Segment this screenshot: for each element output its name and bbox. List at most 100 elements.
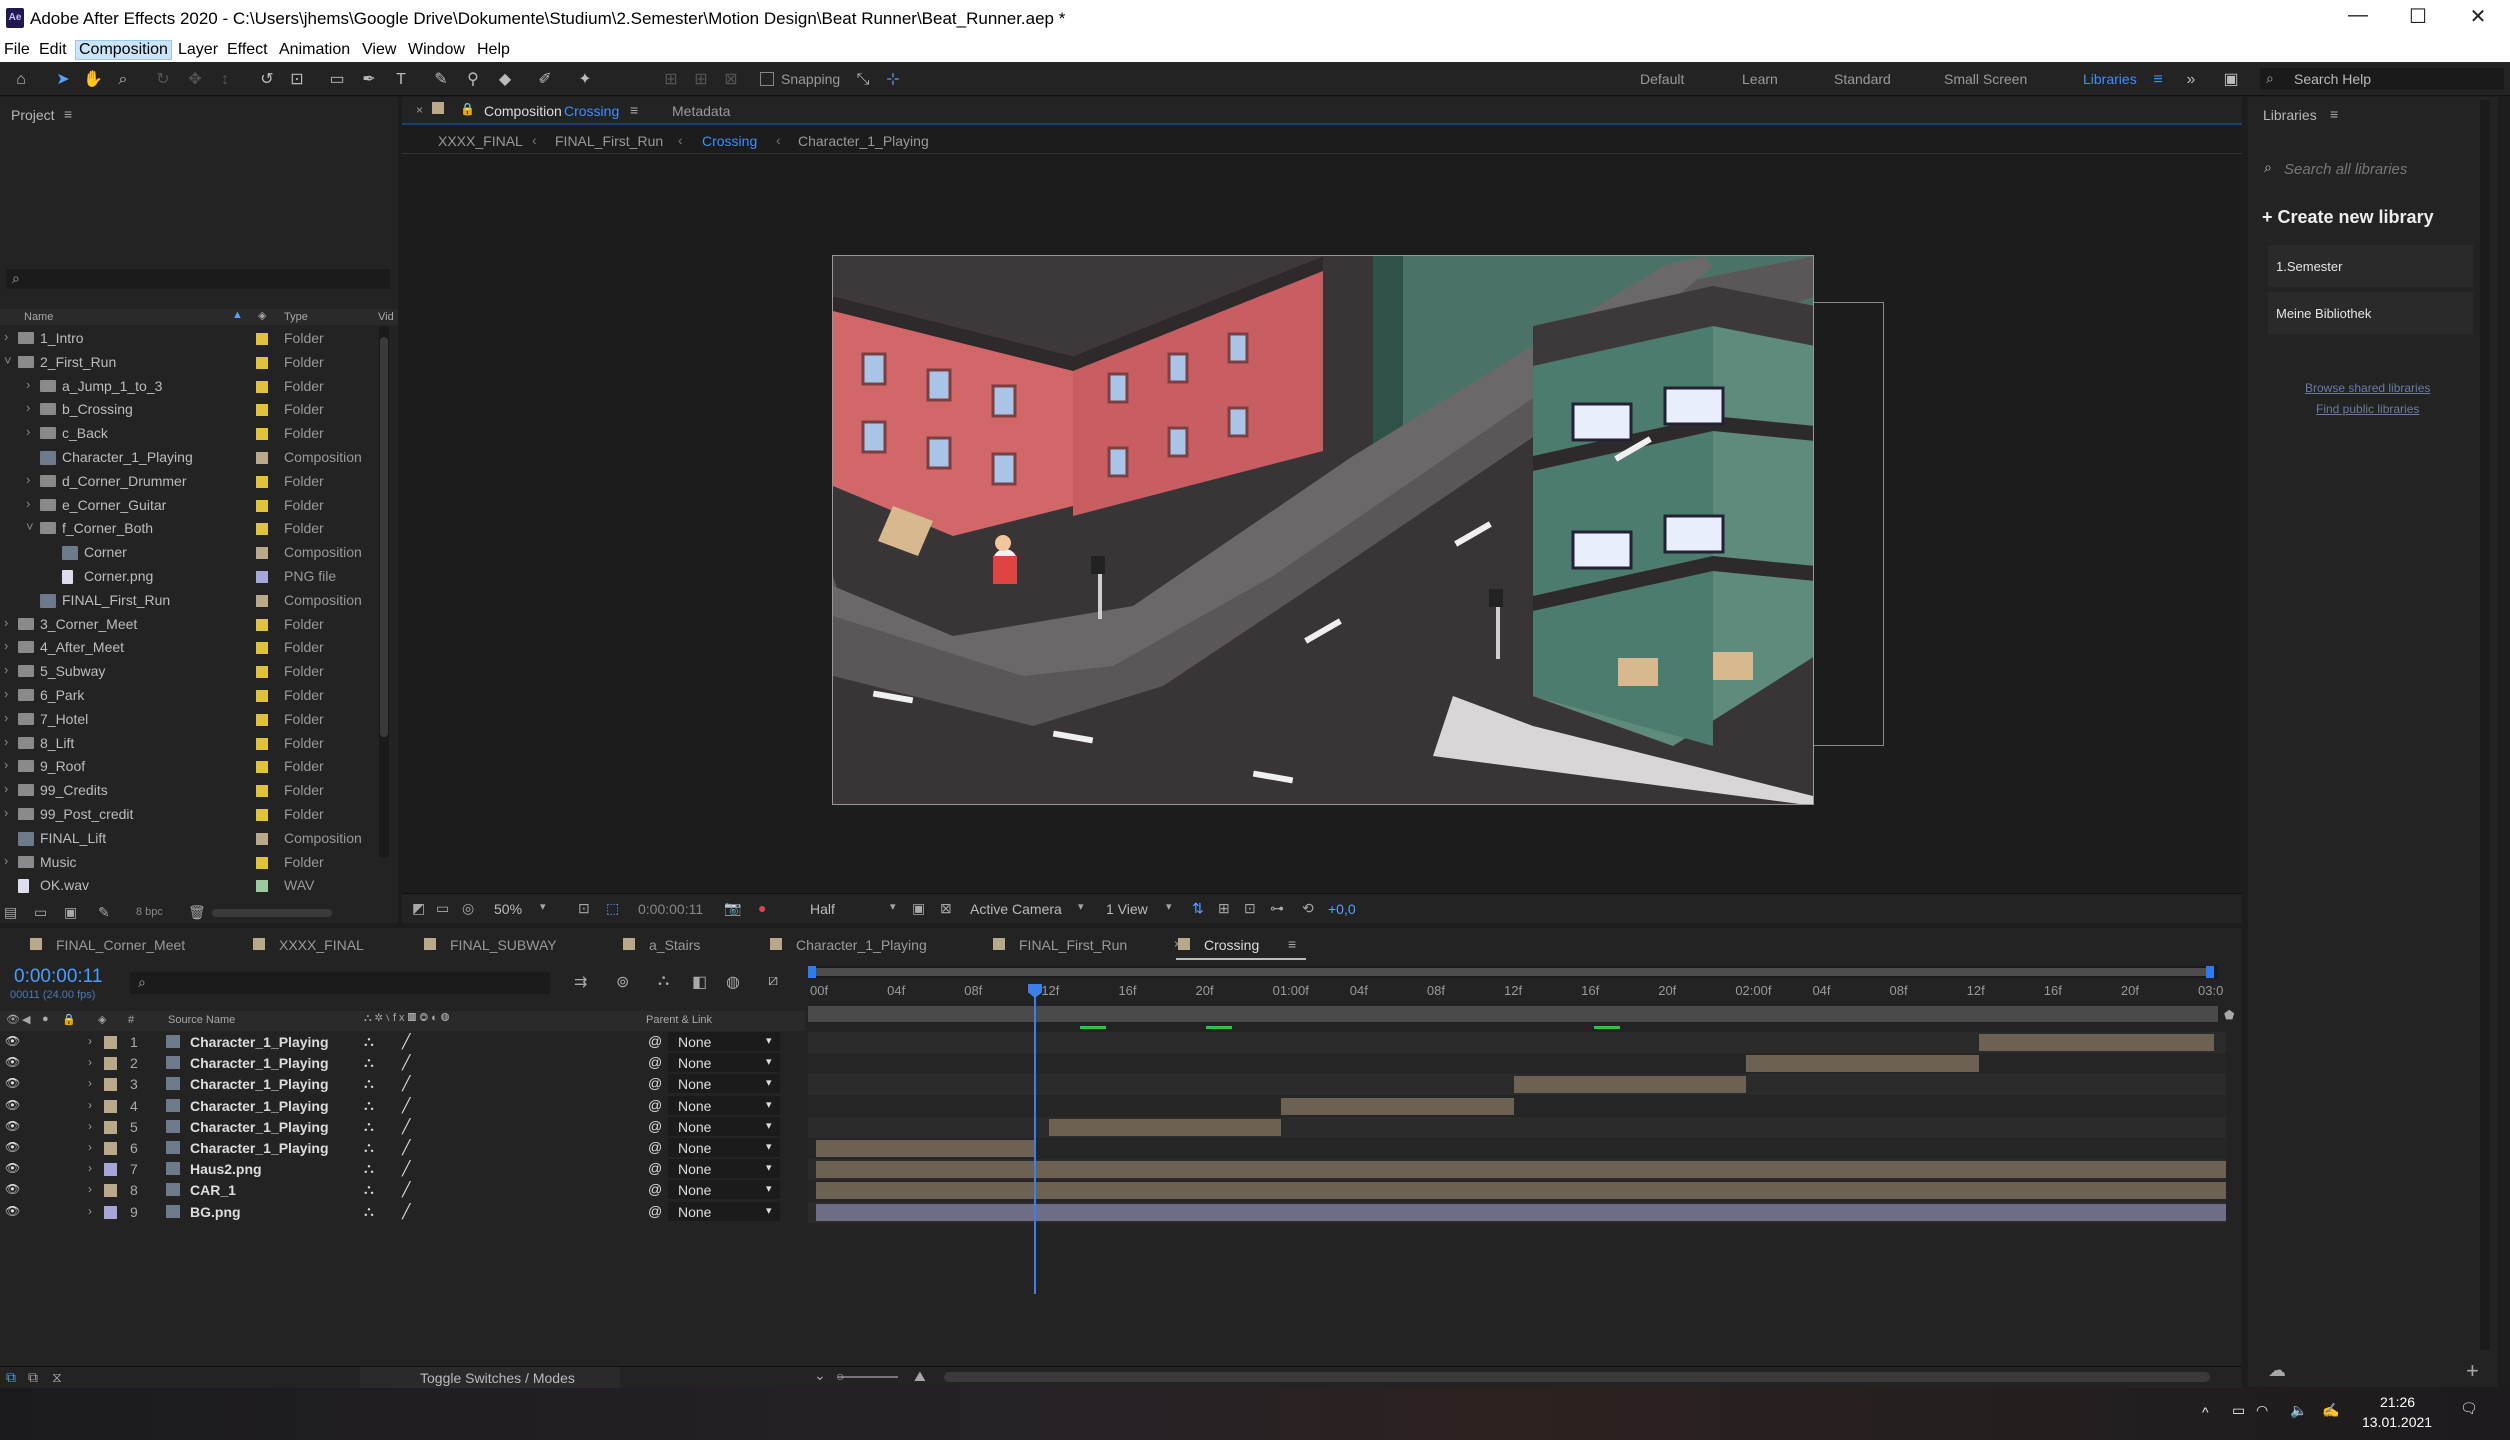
project-item[interactable]: › 1_Intro Folder xyxy=(0,327,380,351)
column-parent-link[interactable]: Parent & Link xyxy=(646,1014,712,1026)
maximize-button[interactable]: ☐ xyxy=(2403,4,2433,29)
layer-search-input[interactable]: ⌕ xyxy=(130,972,550,994)
chevron-right-icon[interactable]: › xyxy=(88,1098,92,1112)
workspace-standard[interactable]: Standard xyxy=(1834,71,1891,87)
eye-icon[interactable]: 👁 xyxy=(5,1119,20,1133)
column-vid[interactable]: Vid xyxy=(378,311,394,323)
panel-toggle-icon[interactable]: ▣ xyxy=(2220,69,2242,91)
roto-brush-icon[interactable]: ✐ xyxy=(534,69,556,91)
fit-icon[interactable]: ⊡ xyxy=(578,900,590,917)
chevron-right-icon[interactable]: › xyxy=(4,781,8,796)
column-type[interactable]: Type xyxy=(284,311,308,323)
zoom-out-icon[interactable]: ⌄ xyxy=(814,1367,826,1384)
axis-world-icon[interactable]: ⊞ xyxy=(690,69,712,91)
label-color-swatch[interactable] xyxy=(104,1184,117,1198)
chevron-up-icon[interactable]: ^ xyxy=(2202,1404,2209,1420)
project-item[interactable]: FINAL_First_Run Composition xyxy=(0,589,380,613)
label-color-swatch[interactable] xyxy=(256,666,268,679)
workspace-learn[interactable]: Learn xyxy=(1742,71,1778,87)
new-comp-icon[interactable]: ▣ xyxy=(64,904,77,921)
graph-editor-icon[interactable]: ⧄ xyxy=(768,972,778,990)
region-of-interest-icon[interactable]: ▣ xyxy=(912,900,925,917)
mask-visibility-icon[interactable]: ⬚ xyxy=(606,900,619,917)
minimize-button[interactable]: — xyxy=(2343,4,2373,27)
chevron-right-icon[interactable]: › xyxy=(4,615,8,630)
volume-icon[interactable]: 🔈 xyxy=(2290,1402,2307,1419)
shy-switch-icon[interactable]: ⛬ xyxy=(364,1139,374,1156)
pickwhip-icon[interactable]: @ xyxy=(648,1160,662,1176)
frame-blending-icon[interactable]: ◧ xyxy=(692,972,707,992)
quality-switch-icon[interactable]: ╱ xyxy=(402,1075,410,1092)
menu-file[interactable]: File xyxy=(4,41,30,59)
project-scrollbar[interactable] xyxy=(379,327,389,857)
menu-window[interactable]: Window xyxy=(408,41,465,59)
layer-duration-bar[interactable] xyxy=(1048,1118,1282,1136)
project-item[interactable]: › c_Back Folder xyxy=(0,422,380,446)
audio-icon[interactable]: ◀ xyxy=(22,1013,30,1026)
snapping-checkbox[interactable] xyxy=(760,72,774,86)
toggle-pixel-icon[interactable]: ⇅ xyxy=(1192,900,1204,917)
pickwhip-icon[interactable]: @ xyxy=(648,1075,662,1091)
eye-icon[interactable]: 👁 xyxy=(5,1055,20,1069)
brush-tool-icon[interactable]: ✎ xyxy=(430,69,452,91)
quality-switch-icon[interactable]: ╱ xyxy=(402,1160,410,1177)
new-folder-icon[interactable]: ▭ xyxy=(34,904,47,921)
chevron-right-icon[interactable]: › xyxy=(88,1119,92,1133)
layer-name[interactable]: Character_1_Playing xyxy=(190,1076,329,1092)
quality-switch-icon[interactable]: ╱ xyxy=(402,1118,410,1135)
layer-row[interactable]: 👁 › 8 CAR_1 ⛬ ╱ @ None ▾ xyxy=(0,1180,805,1201)
layer-duration-bar[interactable] xyxy=(816,1182,2226,1200)
column-source-name[interactable]: Source Name xyxy=(168,1014,235,1026)
layer-name[interactable]: CAR_1 xyxy=(190,1182,236,1198)
wifi-icon[interactable]: ◠ xyxy=(2256,1402,2268,1419)
chevron-right-icon[interactable]: › xyxy=(4,662,8,677)
label-color-swatch[interactable] xyxy=(256,618,268,631)
quality-switch-icon[interactable]: ╱ xyxy=(402,1203,410,1220)
settings-icon[interactable]: ✎ xyxy=(98,904,110,921)
layer-name[interactable]: Haus2.png xyxy=(190,1161,262,1177)
menu-effect[interactable]: Effect xyxy=(227,41,268,59)
reset-exposure-icon[interactable]: ⟲ xyxy=(1302,900,1314,917)
anchor-tool-icon[interactable]: ⊡ xyxy=(286,69,308,91)
vr-icon[interactable]: ◎ xyxy=(462,900,474,917)
shy-switch-icon[interactable]: ⛬ xyxy=(364,1181,374,1198)
close-icon[interactable]: × xyxy=(416,103,423,117)
chevron-right-icon[interactable]: › xyxy=(88,1140,92,1154)
pan-tool-icon[interactable]: ✥ xyxy=(184,69,206,91)
lock-icon[interactable]: 🔒 xyxy=(62,1013,76,1026)
eye-icon[interactable]: 👁 xyxy=(6,1013,20,1026)
selection-tool-icon[interactable]: ➤ xyxy=(52,69,74,91)
layer-name[interactable]: Character_1_Playing xyxy=(190,1098,329,1114)
project-item[interactable]: › b_Crossing Folder xyxy=(0,398,380,422)
snap-edges-icon[interactable]: ⤡ xyxy=(852,69,874,91)
chevron-down-icon[interactable]: ˅ xyxy=(4,353,12,368)
bit-depth-label[interactable]: 8 bpc xyxy=(136,906,163,918)
label-color-swatch[interactable] xyxy=(104,1099,117,1113)
menu-edit[interactable]: Edit xyxy=(39,41,67,59)
layer-name[interactable]: Character_1_Playing xyxy=(190,1140,329,1156)
layer-duration-bar[interactable] xyxy=(1513,1076,1747,1094)
libraries-panel-title[interactable]: Libraries xyxy=(2263,107,2317,123)
timeline-tab[interactable]: FINAL_Corner_Meet xyxy=(56,937,185,953)
trash-icon[interactable]: 🗑 xyxy=(188,904,206,921)
pickwhip-icon[interactable]: @ xyxy=(648,1054,662,1070)
chevron-right-icon[interactable]: › xyxy=(88,1055,92,1069)
chevron-right-icon[interactable]: › xyxy=(26,496,30,511)
project-item[interactable]: › 99_Credits Folder xyxy=(0,779,380,803)
comp-mini-flowchart-icon[interactable]: ⇉ xyxy=(574,972,587,992)
chevron-right-icon[interactable]: › xyxy=(26,472,30,487)
quality-switch-icon[interactable]: ╱ xyxy=(402,1097,410,1114)
view-layout-select[interactable]: 1 View xyxy=(1106,901,1148,917)
label-color-swatch[interactable] xyxy=(256,475,268,488)
rectangle-tool-icon[interactable]: ▭ xyxy=(326,69,348,91)
library-item[interactable]: 1.Semester xyxy=(2268,245,2473,287)
zoom-in-icon[interactable]: ⛰ xyxy=(914,1368,926,1385)
menu-view[interactable]: View xyxy=(362,41,396,59)
chevron-right-icon[interactable]: › xyxy=(26,400,30,415)
home-icon[interactable]: ⌂ xyxy=(10,69,32,91)
chevron-right-icon[interactable]: › xyxy=(88,1161,92,1175)
eye-icon[interactable]: 👁 xyxy=(5,1161,20,1175)
zoom-tool-icon[interactable]: ⌕ xyxy=(112,69,134,91)
more-workspaces-icon[interactable]: » xyxy=(2180,69,2202,91)
label-color-swatch[interactable] xyxy=(256,380,268,393)
